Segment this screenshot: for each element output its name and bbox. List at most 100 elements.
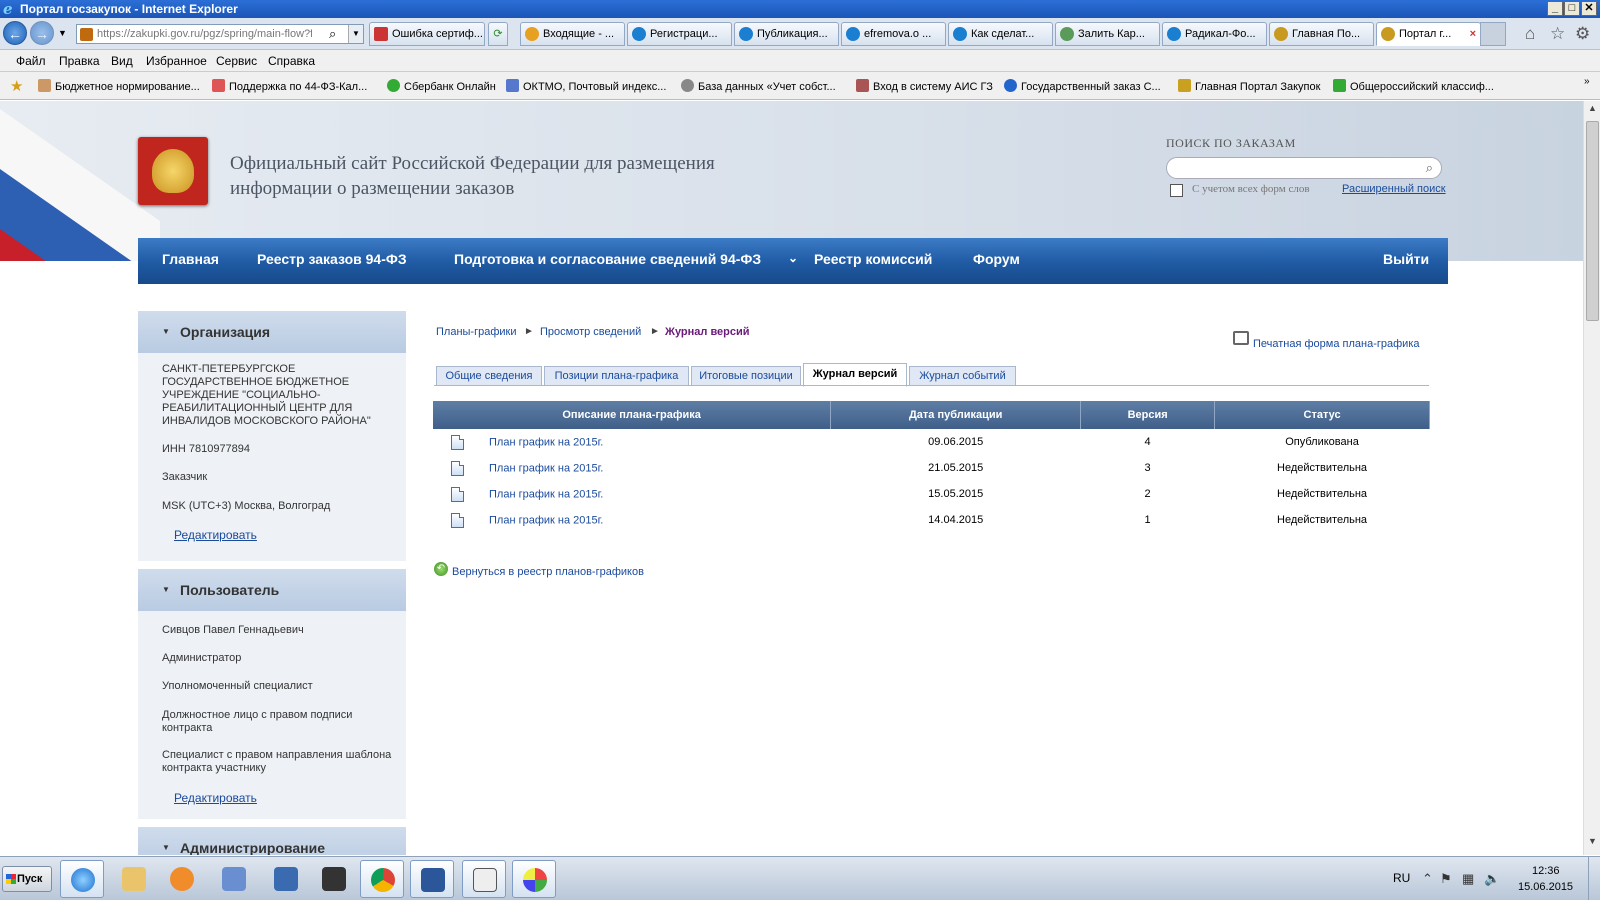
network-icon[interactable]: ▦ xyxy=(1462,871,1474,887)
history-dropdown-icon[interactable]: ▼ xyxy=(58,28,67,38)
admin-panel-header[interactable]: ▼ Администрирование xyxy=(138,827,406,855)
browser-tab[interactable]: Главная По... xyxy=(1269,22,1374,46)
favorite-link[interactable]: База данных «Учет собст... xyxy=(681,79,836,93)
nav-home[interactable]: Главная xyxy=(162,251,219,267)
search-icon[interactable]: ⌕ xyxy=(1426,160,1433,176)
plan-link[interactable]: План график на 2015г. xyxy=(489,488,603,500)
start-button[interactable]: Пуск xyxy=(2,866,52,892)
favorite-link[interactable]: ОКТМО, Почтовый индекс... xyxy=(506,79,666,93)
address-bar[interactable]: https://zakupki.gov.ru/pgz/spring/main-f… xyxy=(76,24,364,44)
browser-tab[interactable]: Входящие - ... xyxy=(520,22,625,46)
menu-edit[interactable]: Правка xyxy=(59,54,100,68)
tab-version-log[interactable]: Журнал версий xyxy=(803,363,907,387)
plan-link[interactable]: План график на 2015г. xyxy=(489,514,603,526)
user-panel-header[interactable]: ▼ Пользователь xyxy=(138,569,406,611)
volume-icon[interactable]: 🔈 xyxy=(1484,871,1500,887)
address-dropdown-icon[interactable]: ▼ xyxy=(348,25,363,43)
favorite-link[interactable]: Вход в систему АИС ГЗ xyxy=(856,79,993,93)
tab-event-log[interactable]: Журнал событий xyxy=(909,366,1016,386)
home-icon[interactable]: ⌂ xyxy=(1525,24,1535,44)
nav-orders-registry[interactable]: Реестр заказов 94-ФЗ xyxy=(257,251,407,267)
taskbar-app[interactable] xyxy=(212,860,256,898)
browser-tab[interactable]: Залить Кар... xyxy=(1055,22,1160,46)
favorites-star-icon[interactable]: ★ xyxy=(10,77,23,95)
close-tab-icon[interactable]: × xyxy=(1470,23,1476,45)
browser-tab[interactable]: Регистраци... xyxy=(627,22,732,46)
nav-preparation[interactable]: Подготовка и согласование сведений 94-ФЗ xyxy=(454,251,761,267)
gear-icon[interactable]: ⚙ xyxy=(1575,24,1590,44)
favorite-link[interactable]: Государственный заказ С... xyxy=(1004,79,1161,93)
search-icon[interactable]: ⌕ xyxy=(329,26,336,42)
browser-tab[interactable]: Публикация... xyxy=(734,22,839,46)
favorites-star-icon[interactable]: ☆ xyxy=(1550,24,1565,44)
breadcrumb-view[interactable]: Просмотр сведений xyxy=(540,326,641,338)
scroll-up-icon[interactable]: ▲ xyxy=(1586,103,1599,118)
tray-expand-icon[interactable]: ⌃ xyxy=(1422,871,1433,887)
forward-arrow-icon[interactable]: → xyxy=(30,21,54,45)
clock-time[interactable]: 12:36 xyxy=(1532,865,1560,877)
taskbar-explorer[interactable] xyxy=(112,860,156,898)
browser-tab[interactable]: Радикал-Фо... xyxy=(1162,22,1267,46)
back-to-registry-link[interactable]: Вернуться в реестр планов-графиков xyxy=(452,566,644,578)
tab-positions[interactable]: Позиции плана-графика xyxy=(544,366,689,386)
organization-panel-header[interactable]: ▼ Организация xyxy=(138,311,406,353)
favorites-overflow-icon[interactable]: » xyxy=(1584,76,1590,87)
show-desktop-button[interactable] xyxy=(1588,857,1600,900)
chevron-down-icon[interactable]: ⌄ xyxy=(788,251,798,265)
browser-tab[interactable]: efremova.o ... xyxy=(841,22,946,46)
word-forms-checkbox[interactable] xyxy=(1170,184,1183,197)
taskbar-app[interactable] xyxy=(462,860,506,898)
favorite-link[interactable]: Общероссийский классиф... xyxy=(1333,79,1494,93)
back-arrow-icon[interactable]: ← xyxy=(3,21,27,45)
page-scrollbar[interactable]: ▲ ▼ xyxy=(1583,101,1600,855)
document-icon[interactable] xyxy=(451,460,464,476)
advanced-search-link[interactable]: Расширенный поиск xyxy=(1342,183,1446,195)
menu-view[interactable]: Вид xyxy=(111,54,133,68)
taskbar-chrome[interactable] xyxy=(360,860,404,898)
print-form-link[interactable]: Печатная форма плана-графика xyxy=(1253,338,1420,350)
language-indicator[interactable]: RU xyxy=(1393,871,1410,885)
favorite-link[interactable]: Поддержка по 44-ФЗ-Кал... xyxy=(212,79,367,93)
organization-edit-link[interactable]: Редактировать xyxy=(174,528,257,542)
plan-link[interactable]: План график на 2015г. xyxy=(489,436,603,448)
taskbar-app[interactable] xyxy=(312,860,356,898)
flag-icon[interactable]: ⚑ xyxy=(1440,871,1452,887)
search-input[interactable]: ⌕ xyxy=(1166,157,1442,179)
maximize-button[interactable]: □ xyxy=(1564,1,1580,16)
breadcrumb-plans[interactable]: Планы-графики xyxy=(436,326,517,338)
tab-totals[interactable]: Итоговые позиции xyxy=(691,366,801,386)
taskbar-word[interactable] xyxy=(410,860,454,898)
back-arrow-icon[interactable]: ↶ xyxy=(434,562,448,576)
menu-favorites[interactable]: Избранное xyxy=(146,54,207,68)
nav-forum[interactable]: Форум xyxy=(973,251,1020,267)
document-icon[interactable] xyxy=(451,434,464,450)
printer-icon[interactable] xyxy=(1233,331,1249,345)
favorite-link[interactable]: Бюджетное нормирование... xyxy=(38,79,200,93)
nav-commissions[interactable]: Реестр комиссий xyxy=(814,251,932,267)
taskbar-paint[interactable] xyxy=(512,860,556,898)
document-icon[interactable] xyxy=(451,486,464,502)
scrollbar-thumb[interactable] xyxy=(1586,121,1599,321)
taskbar-media-player[interactable] xyxy=(160,860,204,898)
browser-tab[interactable]: Как сделат... xyxy=(948,22,1053,46)
taskbar-app[interactable] xyxy=(264,860,308,898)
logout-button[interactable]: Выйти xyxy=(1383,251,1429,267)
menu-file[interactable]: Файл xyxy=(16,54,46,68)
new-tab-button[interactable] xyxy=(1480,22,1506,46)
document-icon[interactable] xyxy=(451,512,464,528)
browser-tab[interactable]: Портал г... × xyxy=(1376,22,1481,46)
address-url[interactable]: https://zakupki.gov.ru/pgz/spring/main-f… xyxy=(97,28,312,40)
minimize-button[interactable]: _ xyxy=(1547,1,1563,16)
user-edit-link[interactable]: Редактировать xyxy=(174,791,257,805)
taskbar-ie[interactable] xyxy=(60,860,104,898)
cert-error-tab[interactable]: Ошибка сертиф... xyxy=(369,22,485,46)
refresh-icon[interactable]: ⟳ xyxy=(488,22,508,46)
favorite-link[interactable]: Главная Портал Закупок xyxy=(1178,79,1320,93)
clock-date[interactable]: 15.06.2015 xyxy=(1518,881,1573,893)
scroll-down-icon[interactable]: ▼ xyxy=(1586,836,1599,851)
menu-tools[interactable]: Сервис xyxy=(216,54,257,68)
plan-link[interactable]: План график на 2015г. xyxy=(489,462,603,474)
tab-general[interactable]: Общие сведения xyxy=(436,366,542,386)
menu-help[interactable]: Справка xyxy=(268,54,315,68)
close-window-button[interactable]: ✕ xyxy=(1581,1,1597,16)
